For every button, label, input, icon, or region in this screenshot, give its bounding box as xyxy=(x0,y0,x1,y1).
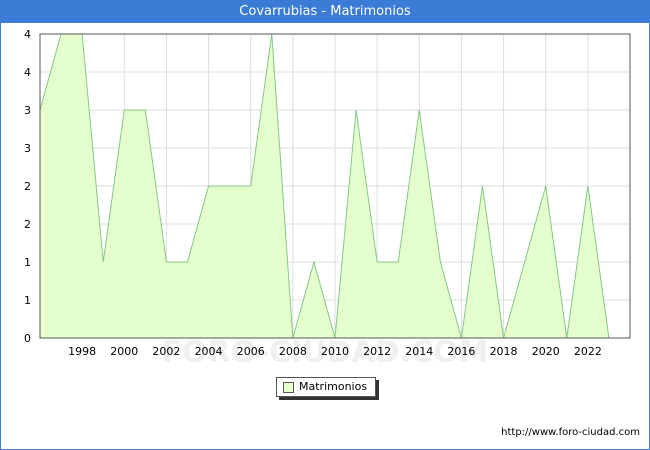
x-tick-label: 2000 xyxy=(110,345,138,358)
legend: Matrimonios xyxy=(276,377,376,397)
x-axis: 1998 2000 2002 2004 2006 2008 2010 2012 2014 2016… xyxy=(68,345,602,358)
x-tick-label: 2018 xyxy=(490,345,518,358)
y-axis: 0 1 1 2 2 3 3 4 4 xyxy=(24,28,31,345)
y-tick-label: 0 xyxy=(24,332,31,345)
legend-swatch xyxy=(283,382,294,393)
legend-label: Matrimonios xyxy=(299,380,368,393)
x-tick-label: 2016 xyxy=(447,345,475,358)
y-tick-label: 1 xyxy=(24,256,31,269)
y-tick-label: 4 xyxy=(24,66,31,79)
x-tick-label: 1998 xyxy=(68,345,96,358)
y-tick-label: 3 xyxy=(24,104,31,117)
y-tick-label: 3 xyxy=(24,142,31,155)
x-tick-label: 2008 xyxy=(279,345,307,358)
y-tick-label: 4 xyxy=(24,28,31,41)
x-tick-label: 2022 xyxy=(574,345,602,358)
x-tick-label: 2010 xyxy=(321,345,349,358)
y-tick-label: 2 xyxy=(24,180,31,193)
x-tick-label: 2004 xyxy=(195,345,223,358)
y-tick-label: 1 xyxy=(24,294,31,307)
y-tick-label: 2 xyxy=(24,218,31,231)
x-tick-label: 2002 xyxy=(152,345,180,358)
x-tick-label: 2006 xyxy=(237,345,265,358)
x-tick-label: 2014 xyxy=(405,345,433,358)
source-url[interactable]: http://www.foro-ciudad.com xyxy=(501,427,640,438)
x-tick-label: 2012 xyxy=(363,345,391,358)
x-tick-label: 2020 xyxy=(532,345,560,358)
